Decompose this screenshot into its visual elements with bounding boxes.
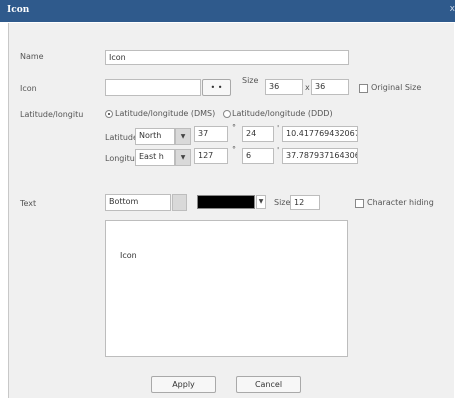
chevron-down-icon[interactable]: ▼ [175,149,191,166]
browse-button[interactable]: • • [202,79,231,96]
position-dropdown-button[interactable] [172,194,187,211]
name-input[interactable]: Icon [105,50,349,65]
longitude-degrees-input[interactable]: 127 [194,148,228,164]
ddd-radio[interactable] [223,110,231,118]
character-hiding-label: Character hiding [367,198,434,207]
chevron-down-icon[interactable]: ▼ [256,195,266,209]
text-color-swatch[interactable] [197,195,255,209]
chevron-down-icon[interactable]: ▼ [175,128,191,145]
title-bar: Icon x [0,0,455,22]
text-label: Text [20,199,37,208]
longitude-minutes-input[interactable]: 6 [242,148,274,164]
latitude-label: Latitude [105,133,138,142]
latitude-degrees-input[interactable]: 37 [194,126,228,142]
minute-symbol: ' [277,146,280,155]
apply-button[interactable]: Apply [151,376,216,393]
icon-path-input[interactable] [105,79,201,96]
icon-width-input[interactable]: 36 [265,79,303,95]
icon-label: Icon [20,84,37,93]
longitude-hemisphere-select[interactable]: East h [135,149,175,166]
degree-symbol: ° [232,145,236,154]
text-size-input[interactable]: 12 [290,195,320,210]
text-content-area[interactable]: Icon [105,220,348,357]
original-size-label: Original Size [371,83,422,92]
cancel-button[interactable]: Cancel [236,376,301,393]
minute-symbol: ' [277,124,280,133]
dms-radio[interactable] [105,110,113,118]
text-size-label: Size [274,198,291,207]
degree-symbol: ° [232,123,236,132]
size-x-label: x [305,83,310,92]
window-title: Icon [7,5,30,15]
close-icon[interactable]: x [450,4,455,14]
original-size-checkbox[interactable] [359,84,368,93]
size-label: Size [242,76,259,85]
latitude-decimal-input[interactable]: 10.4177694320679 [282,126,358,142]
character-hiding-checkbox[interactable] [355,199,364,208]
icon-dialog: Name Icon Icon • • Size 36 x 36 Original… [8,23,454,398]
ddd-label: Latitude/longitude (DDD) [232,109,333,118]
latitude-hemisphere-select[interactable]: North [135,128,175,145]
dms-label: Latitude/longitude (DMS) [115,109,216,118]
latitude-minutes-input[interactable]: 24 [242,126,274,142]
text-position-select[interactable]: Bottom [105,194,171,211]
longitude-label: Longitu [105,154,135,163]
name-label: Name [20,52,44,61]
longitude-decimal-input[interactable]: 37.7879371643066 [282,148,358,164]
latlon-label: Latitude/longitu [20,110,84,119]
icon-height-input[interactable]: 36 [311,79,349,95]
